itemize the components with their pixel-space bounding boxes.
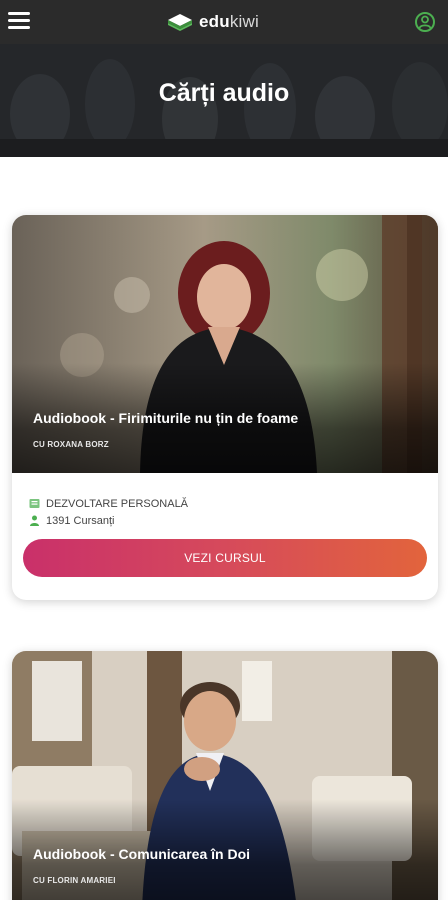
logo-text: edukiwi — [199, 12, 259, 31]
course-image[interactable]: Audiobook - Comunicarea în Doi CU FLORIN… — [12, 651, 438, 900]
course-meta: DEZVOLTARE PERSONALĂ 1391 Cursanți — [29, 495, 188, 529]
top-app-bar: edukiwi — [0, 0, 448, 44]
category-label: DEZVOLTARE PERSONALĂ — [46, 497, 189, 510]
page-title: Cărți audio — [158, 79, 290, 107]
logo-book-icon — [168, 14, 192, 31]
hamburger-menu-icon[interactable] — [8, 12, 30, 30]
course-image[interactable]: Audiobook - Firimiturile nu țin de foame… — [12, 215, 438, 473]
person-icon — [30, 515, 39, 526]
course-title[interactable]: Audiobook - Firimiturile nu țin de foame — [33, 410, 298, 426]
course-card[interactable]: Audiobook - Comunicarea în Doi CU FLORIN… — [12, 651, 438, 900]
course-author: CU ROXANA BORZ — [33, 440, 109, 449]
course-author: CU FLORIN AMARIEI — [33, 876, 116, 885]
course-category: DEZVOLTARE PERSONALĂ — [29, 495, 188, 512]
book-icon — [29, 499, 40, 508]
view-course-button[interactable]: VEZI CURSUL — [23, 539, 427, 577]
user-circle-icon[interactable] — [414, 11, 436, 33]
hero-banner: Cărți audio — [0, 44, 448, 157]
course-card[interactable]: Audiobook - Firimiturile nu țin de foame… — [12, 215, 438, 600]
students-count: 1391 Cursanți — [46, 514, 115, 527]
course-students: 1391 Cursanți — [29, 512, 188, 529]
app-logo[interactable]: edukiwi — [167, 10, 259, 34]
course-title[interactable]: Audiobook - Comunicarea în Doi — [33, 846, 250, 862]
